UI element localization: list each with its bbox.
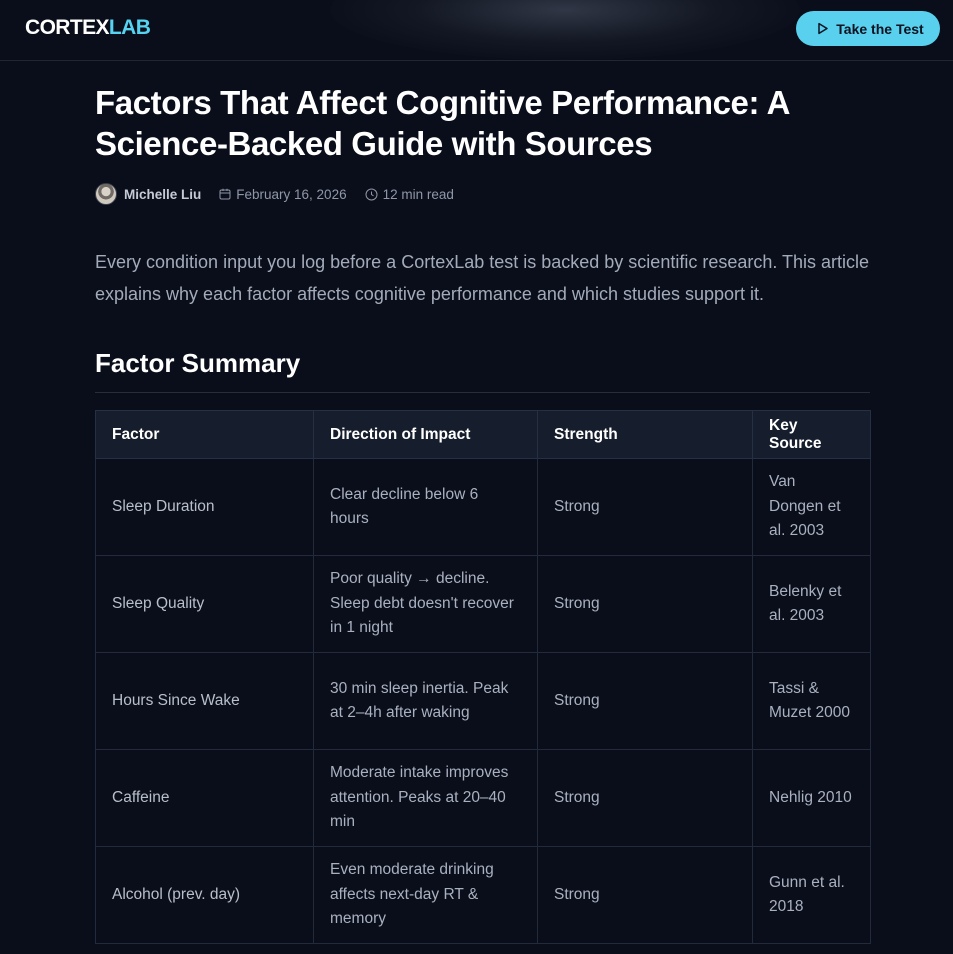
clock-icon (365, 188, 378, 201)
play-icon (816, 22, 829, 35)
cell-strength: Strong (537, 749, 753, 847)
cell-strength: Strong (537, 555, 753, 653)
cell-factor: Hours Since Wake (95, 652, 314, 750)
table-row: Sleep Quality Poor quality → decline. Sl… (95, 555, 871, 653)
cell-factor: Sleep Quality (95, 555, 314, 653)
cell-direction: 30 min sleep inertia. Peak at 2–4h after… (313, 652, 538, 750)
cell-key-source: Van Dongen et al. 2003 (752, 458, 871, 556)
table-header-row: Factor Direction of Impact Strength Key … (95, 410, 871, 459)
cortexlab-logo[interactable]: CORTEXLAB (25, 16, 151, 40)
article: Factors That Affect Cognitive Performanc… (95, 61, 871, 944)
cell-factor: Sleep Duration (95, 458, 314, 556)
column-header-strength: Strength (537, 410, 753, 459)
column-header-key-source: Key Source (752, 410, 871, 459)
author-avatar (95, 183, 117, 205)
table-row: Sleep Duration Clear decline below 6 hou… (95, 458, 871, 556)
logo-part-lab: LAB (108, 16, 151, 39)
cell-factor: Caffeine (95, 749, 314, 847)
cell-key-source: Belenky et al. 2003 (752, 555, 871, 653)
cell-direction: Clear decline below 6 hours (313, 458, 538, 556)
cell-direction: Poor quality → decline. Sleep debt doesn… (313, 555, 538, 653)
cell-strength: Strong (537, 458, 753, 556)
column-header-direction: Direction of Impact (313, 410, 538, 459)
cell-direction: Moderate intake improves attention. Peak… (313, 749, 538, 847)
publish-date: February 16, 2026 (219, 186, 347, 202)
publish-date-text: February 16, 2026 (236, 186, 347, 202)
cell-direction: Even moderate drinking affects next-day … (313, 846, 538, 944)
article-title: Factors That Affect Cognitive Performanc… (95, 84, 789, 162)
read-time: 12 min read (365, 187, 454, 202)
header-glow (330, 0, 800, 60)
table-row: Alcohol (prev. day) Even moderate drinki… (95, 846, 871, 944)
factor-summary-table: Factor Direction of Impact Strength Key … (95, 410, 871, 944)
read-time-text: 12 min read (382, 186, 454, 202)
table-row: Hours Since Wake 30 min sleep inertia. P… (95, 652, 871, 750)
cell-key-source: Nehlig 2010 (752, 749, 871, 847)
calendar-icon (219, 188, 231, 200)
cell-strength: Strong (537, 652, 753, 750)
author-name[interactable]: Michelle Liu (124, 187, 201, 202)
cell-factor: Alcohol (prev. day) (95, 846, 314, 944)
logo-part-cortex: CORTEX (25, 16, 110, 39)
cell-strength: Strong (537, 846, 753, 944)
article-intro: Every condition input you log before a C… (95, 252, 870, 304)
top-nav: CORTEXLAB Take the Test (0, 0, 953, 61)
factor-summary-heading: Factor Summary (95, 347, 870, 393)
article-meta: Michelle Liu February 16, 2026 12 min re… (95, 182, 870, 206)
cell-key-source: Tassi & Muzet 2000 (752, 652, 871, 750)
cell-key-source: Gunn et al. 2018 (752, 846, 871, 944)
take-the-test-button[interactable]: Take the Test (796, 11, 940, 46)
table-row: Caffeine Moderate intake improves attent… (95, 749, 871, 847)
column-header-factor: Factor (95, 410, 314, 459)
take-the-test-label: Take the Test (836, 20, 924, 37)
